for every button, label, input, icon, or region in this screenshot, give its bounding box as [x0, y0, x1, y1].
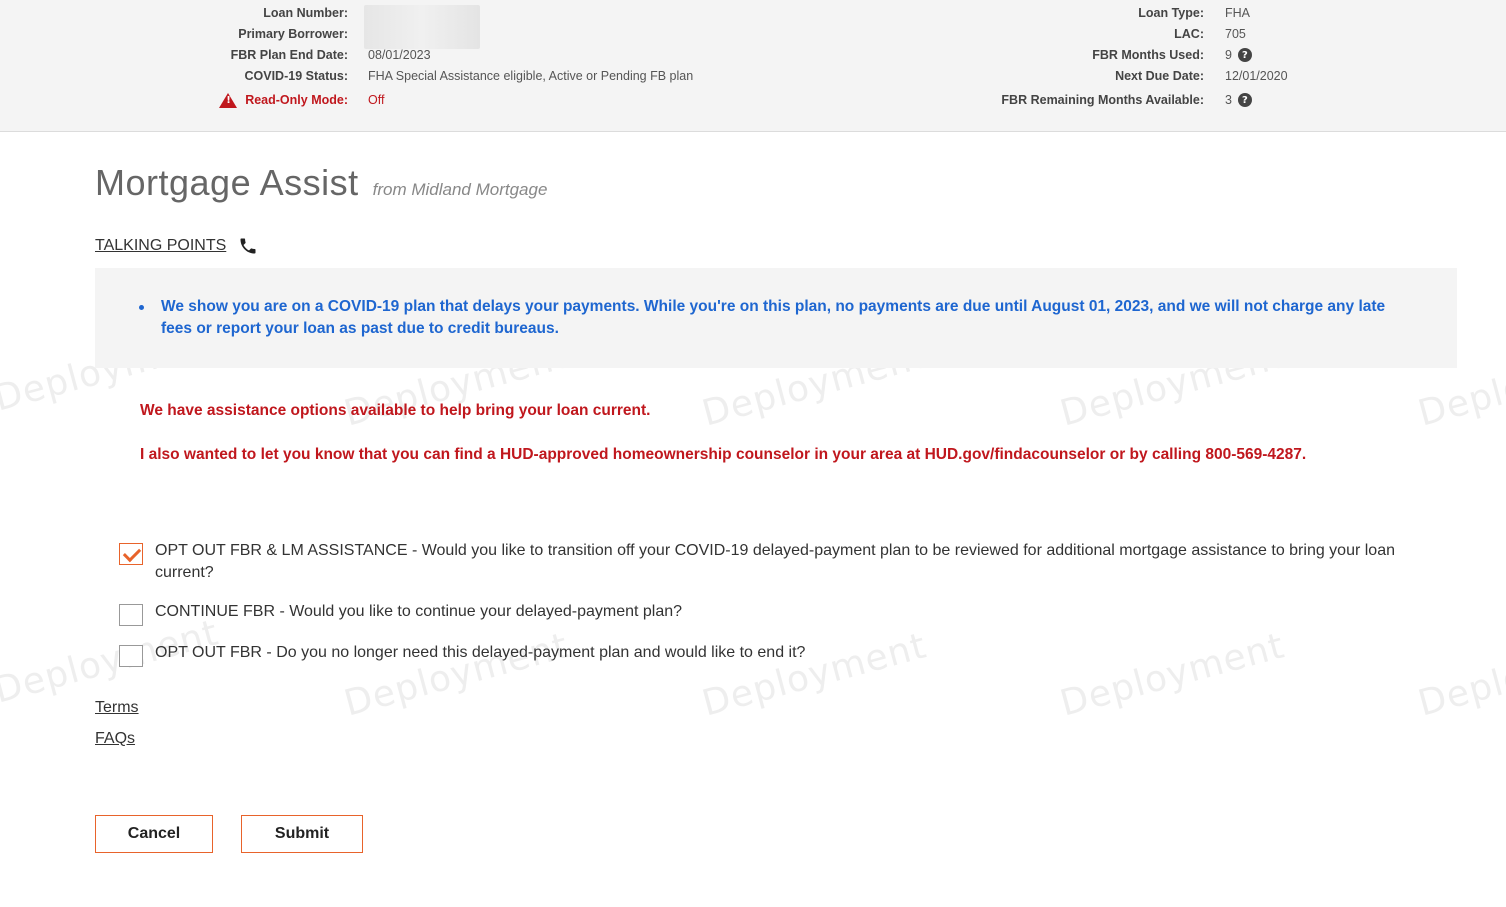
- fbr-plan-end-date-value: 08/01/2023: [368, 48, 431, 62]
- counselor-message: I also wanted to let you know that you c…: [140, 446, 1307, 463]
- info-row-loan-number: Loan Number: Loan Type: FHA: [0, 3, 1506, 23]
- cancel-button[interactable]: Cancel: [95, 815, 213, 853]
- loan-type-label: Loan Type:: [1138, 6, 1204, 20]
- watermark-text: Deployment: [698, 625, 931, 725]
- info-row-fbr-plan-end: FBR Plan End Date: 08/01/2023 FBR Months…: [0, 45, 1506, 65]
- primary-borrower-label: Primary Borrower:: [238, 27, 348, 41]
- faqs-link[interactable]: FAQs: [95, 730, 135, 748]
- help-icon[interactable]: ?: [1237, 93, 1252, 107]
- option-label: OPT OUT FBR & LM ASSISTANCE - Would you …: [155, 542, 1395, 581]
- check-icon[interactable]: [119, 543, 143, 565]
- fbr-remaining-months: 3 ?: [1225, 93, 1252, 107]
- talking-points-link[interactable]: TALKING POINTS: [95, 237, 226, 255]
- option-label: CONTINUE FBR - Would you like to continu…: [155, 603, 683, 620]
- talking-points: TALKING POINTS: [95, 236, 258, 256]
- info-row-primary-borrower: Primary Borrower: LAC: 705: [0, 24, 1506, 44]
- option-opt-out-fbr[interactable]: OPT OUT FBR - Do you no longer need this…: [119, 642, 1439, 667]
- info-row-covid-status: COVID-19 Status: FHA Special Assistance …: [0, 66, 1506, 86]
- fbr-remaining-months-label: FBR Remaining Months Available:: [1001, 93, 1204, 107]
- help-icon[interactable]: ?: [1237, 48, 1252, 62]
- covid-status-label: COVID-19 Status:: [244, 69, 349, 83]
- covid-plan-notice: We show you are on a COVID-19 plan that …: [95, 268, 1457, 368]
- read-only-mode-value: Off: [368, 93, 385, 107]
- notice-bullet: We show you are on a COVID-19 plan that …: [137, 296, 1387, 340]
- next-due-date-value: 12/01/2020: [1225, 69, 1288, 83]
- submit-button[interactable]: Submit: [241, 815, 363, 853]
- loan-number-label: Loan Number:: [263, 6, 348, 20]
- notice-list: We show you are on a COVID-19 plan that …: [137, 296, 1387, 340]
- warning-icon: [219, 92, 238, 108]
- page-title: Mortgage Assist from Midland Mortgage: [95, 162, 547, 204]
- terms-link[interactable]: Terms: [95, 699, 139, 717]
- option-opt-out-fbr-lm[interactable]: OPT OUT FBR & LM ASSISTANCE - Would you …: [119, 540, 1439, 584]
- page-title-text: Mortgage Assist: [95, 162, 359, 203]
- info-row-read-only: Read-Only Mode: Off FBR Remaining Months…: [0, 90, 1506, 110]
- checkbox-opt-out-fbr[interactable]: [119, 645, 143, 667]
- lac-value: 705: [1225, 27, 1246, 41]
- fbr-months-used-value: 9: [1225, 48, 1232, 62]
- lac-label: LAC:: [1174, 27, 1204, 41]
- option-label: OPT OUT FBR - Do you no longer need this…: [155, 644, 806, 661]
- option-continue-fbr[interactable]: CONTINUE FBR - Would you like to continu…: [119, 601, 1439, 626]
- fbr-plan-end-date-label: FBR Plan End Date:: [230, 48, 348, 62]
- fbr-months-used: 9 ?: [1225, 48, 1252, 62]
- read-only-mode-label-group: Read-Only Mode:: [219, 92, 348, 108]
- loan-type-value: FHA: [1225, 6, 1250, 20]
- checkbox-continue-fbr[interactable]: [119, 604, 143, 626]
- phone-icon: [240, 238, 256, 254]
- covid-status-value: FHA Special Assistance eligible, Active …: [368, 69, 694, 83]
- loan-info-header: Loan Number: Loan Type: FHA Primary Borr…: [0, 0, 1506, 132]
- fbr-remaining-months-value: 3: [1225, 93, 1232, 107]
- next-due-date-label: Next Due Date:: [1115, 69, 1204, 83]
- watermark-text: Deployment: [1056, 625, 1289, 725]
- page-subtitle: from Midland Mortgage: [372, 180, 548, 199]
- watermark-text: Deployment: [1414, 625, 1506, 725]
- assistance-message: We have assistance options available to …: [140, 402, 651, 419]
- read-only-mode-label: Read-Only Mode:: [245, 93, 348, 107]
- fbr-months-used-label: FBR Months Used:: [1092, 48, 1204, 62]
- watermark-text: Deployment: [340, 625, 573, 725]
